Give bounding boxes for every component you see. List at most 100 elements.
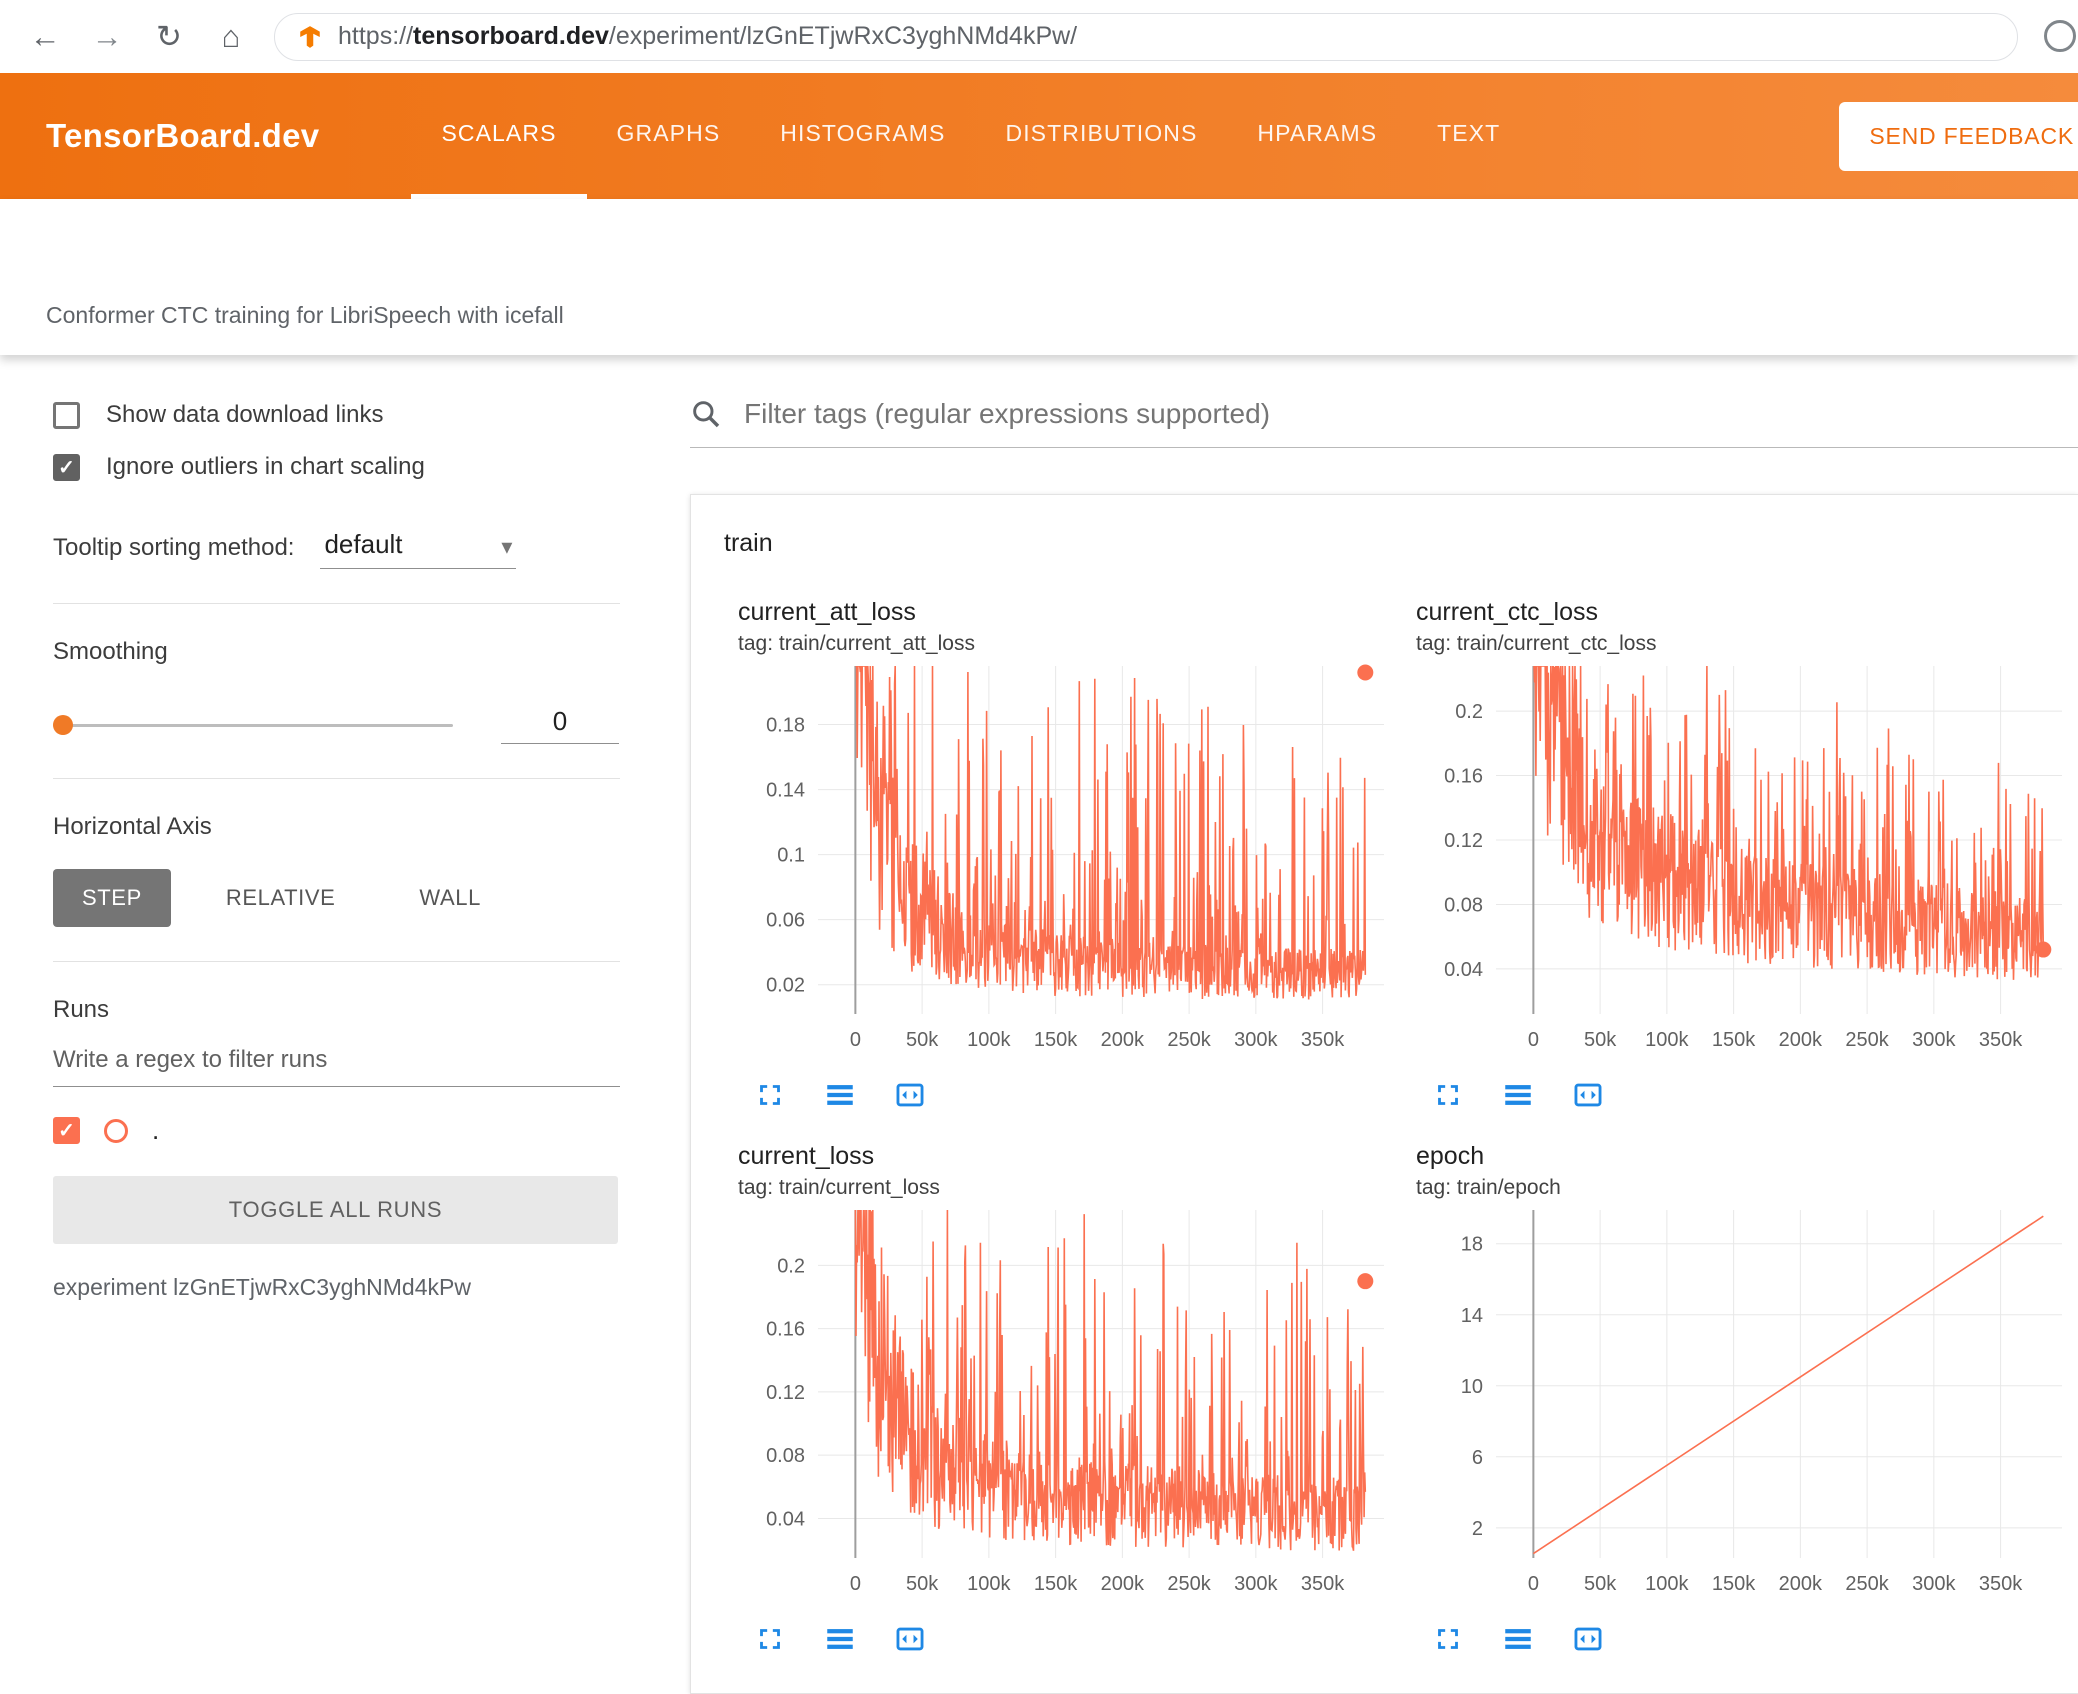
tags-filter-input[interactable]	[742, 397, 2078, 431]
settings-sidebar: Show data download links Ignore outliers…	[0, 355, 650, 1666]
url-path: /experiment/lzGnETjwRxC3yghNMd4kPw/	[608, 22, 1078, 50]
svg-text:0.12: 0.12	[766, 1382, 805, 1404]
tooltip-sorting-dropdown[interactable]: default ▾	[320, 527, 517, 569]
tab-histograms[interactable]: HISTOGRAMS	[750, 73, 975, 199]
svg-text:100k: 100k	[967, 1573, 1011, 1595]
run-checkbox[interactable]	[53, 1117, 80, 1144]
tab-text[interactable]: TEXT	[1407, 73, 1530, 199]
chart-svg[interactable]: 0 50k 100k 150k 200k 250k 300k 350k 2 6 10 14 18	[1416, 1202, 2076, 1610]
fullscreen-icon[interactable]	[1430, 1078, 1466, 1114]
fit-domain-icon[interactable]	[1570, 1078, 1606, 1114]
svg-text:0.14: 0.14	[766, 780, 805, 802]
fit-domain-icon[interactable]	[1570, 1622, 1606, 1658]
svg-text:0.2: 0.2	[777, 1255, 805, 1277]
chart-plot[interactable]: 0 50k 100k 150k 200k 250k 300k 350k 0.02 0.06 0.1 0…	[738, 658, 1398, 1066]
svg-text:250k: 250k	[1845, 1573, 1889, 1595]
chart-svg[interactable]: 0 50k 100k 150k 200k 250k 300k 350k 0.02 0.06 0.1 0…	[738, 658, 1398, 1066]
profile-avatar-icon[interactable]	[2044, 20, 2076, 52]
tab-distributions[interactable]: DISTRIBUTIONS	[975, 73, 1227, 199]
url-host: tensorboard.dev	[413, 22, 609, 50]
fit-domain-icon[interactable]	[892, 1078, 928, 1114]
charts-grid: current_att_loss tag: train/current_att_…	[691, 588, 2078, 1668]
smoothing-slider-thumb[interactable]	[53, 715, 73, 735]
chart-svg[interactable]: 0 50k 100k 150k 200k 250k 300k 350k 0.04 0.08 0.12…	[738, 1202, 1398, 1610]
tab-graphs[interactable]: GRAPHS	[587, 73, 751, 199]
smoothing-value[interactable]: 0	[501, 706, 619, 744]
divider	[53, 961, 620, 962]
toggle-all-runs-button[interactable]: TOGGLE ALL RUNS	[53, 1176, 618, 1244]
data-table-icon[interactable]	[822, 1622, 858, 1658]
experiment-caption: experiment lzGnETjwRxC3yghNMd4kPw	[53, 1274, 471, 1300]
svg-text:50k: 50k	[1584, 1573, 1617, 1595]
runs-label: Runs	[53, 996, 110, 1023]
chart-title: epoch	[1416, 1142, 1485, 1170]
svg-text:300k: 300k	[1234, 1029, 1278, 1051]
chart-card-current-ctc-loss: current_ctc_loss tag: train/current_ctc_…	[1416, 598, 2076, 1124]
chart-tag: tag: train/epoch	[1416, 1176, 1561, 1199]
url-scheme: https://	[338, 22, 414, 50]
forward-icon[interactable]: →	[88, 21, 126, 52]
chart-svg[interactable]: 0 50k 100k 150k 200k 250k 300k 350k 0.04 0.08 0.12…	[1416, 658, 2076, 1066]
svg-text:150k: 150k	[1034, 1029, 1078, 1051]
step-button[interactable]: STEP	[53, 869, 171, 927]
svg-text:250k: 250k	[1167, 1029, 1211, 1051]
svg-text:200k: 200k	[1101, 1029, 1145, 1051]
show-download-label: Show data download links	[106, 401, 384, 428]
svg-text:150k: 150k	[1712, 1029, 1756, 1051]
chart-plot[interactable]: 0 50k 100k 150k 200k 250k 300k 350k 0.04 0.08 0.12…	[1416, 658, 2076, 1066]
horizontal-axis-label: Horizontal Axis	[53, 813, 212, 840]
chart-plot[interactable]: 0 50k 100k 150k 200k 250k 300k 350k 0.04 0.08 0.12…	[738, 1202, 1398, 1610]
svg-text:0: 0	[1528, 1573, 1539, 1595]
app-logo[interactable]: TensorBoard.dev	[46, 117, 319, 155]
svg-text:0.08: 0.08	[1444, 894, 1483, 916]
data-table-icon[interactable]	[1500, 1622, 1536, 1658]
tooltip-sorting-row: Tooltip sorting method: default ▾	[53, 527, 620, 569]
chart-title: current_ctc_loss	[1416, 598, 1599, 626]
group-title[interactable]: train	[691, 495, 2078, 588]
run-color-swatch-icon	[104, 1118, 128, 1143]
svg-text:350k: 350k	[1301, 1573, 1345, 1595]
app-header: TensorBoard.dev SCALARS GRAPHS HISTOGRAM…	[0, 73, 2078, 199]
chart-tag: tag: train/current_loss	[738, 1176, 940, 1199]
runs-filter-input[interactable]	[53, 1032, 620, 1087]
svg-text:0.1: 0.1	[777, 845, 805, 867]
fullscreen-icon[interactable]	[752, 1622, 788, 1658]
wall-button[interactable]: WALL	[390, 869, 510, 927]
tensorboard-favicon	[297, 24, 323, 50]
svg-text:2: 2	[1472, 1518, 1483, 1540]
tab-scalars[interactable]: SCALARS	[411, 73, 587, 199]
send-feedback-button[interactable]: SEND FEEDBACK	[1839, 101, 2078, 171]
tag-filter-row	[690, 397, 2078, 448]
fullscreen-icon[interactable]	[752, 1078, 788, 1114]
svg-text:100k: 100k	[1645, 1573, 1689, 1595]
svg-text:150k: 150k	[1712, 1573, 1756, 1595]
relative-button[interactable]: RELATIVE	[197, 869, 365, 927]
data-table-icon[interactable]	[822, 1078, 858, 1114]
chart-toolbar	[738, 1610, 1398, 1658]
chart-toolbar	[738, 1066, 1398, 1114]
chart-title: current_att_loss	[738, 598, 916, 626]
ignore-outliers-checkbox[interactable]	[53, 453, 80, 481]
chart-title: current_loss	[738, 1142, 875, 1170]
search-icon	[690, 398, 722, 430]
smoothing-slider-row: 0	[53, 706, 620, 744]
data-table-icon[interactable]	[1500, 1078, 1536, 1114]
url-bar[interactable]: https://tensorboard.dev/experiment/lzGnE…	[274, 12, 2018, 61]
smoothing-slider[interactable]	[53, 715, 453, 735]
top-nav: SCALARS GRAPHS HISTOGRAMS DISTRIBUTIONS …	[411, 73, 1530, 199]
reload-icon[interactable]: ↻	[150, 21, 188, 52]
svg-text:150k: 150k	[1034, 1573, 1078, 1595]
show-download-checkbox[interactable]	[53, 401, 80, 429]
svg-text:0: 0	[1528, 1029, 1539, 1051]
run-name: .	[152, 1115, 160, 1145]
fullscreen-icon[interactable]	[1430, 1622, 1466, 1658]
chart-tag: tag: train/current_att_loss	[738, 632, 975, 655]
chart-plot[interactable]: 0 50k 100k 150k 200k 250k 300k 350k 2 6 10 14 18	[1416, 1202, 2076, 1610]
svg-text:250k: 250k	[1845, 1029, 1889, 1051]
back-icon[interactable]: ←	[26, 21, 64, 52]
home-icon[interactable]: ⌂	[212, 21, 250, 52]
tab-hparams[interactable]: HPARAMS	[1227, 73, 1407, 199]
svg-text:0: 0	[850, 1573, 861, 1595]
fit-domain-icon[interactable]	[892, 1622, 928, 1658]
svg-text:0.04: 0.04	[766, 1508, 805, 1530]
